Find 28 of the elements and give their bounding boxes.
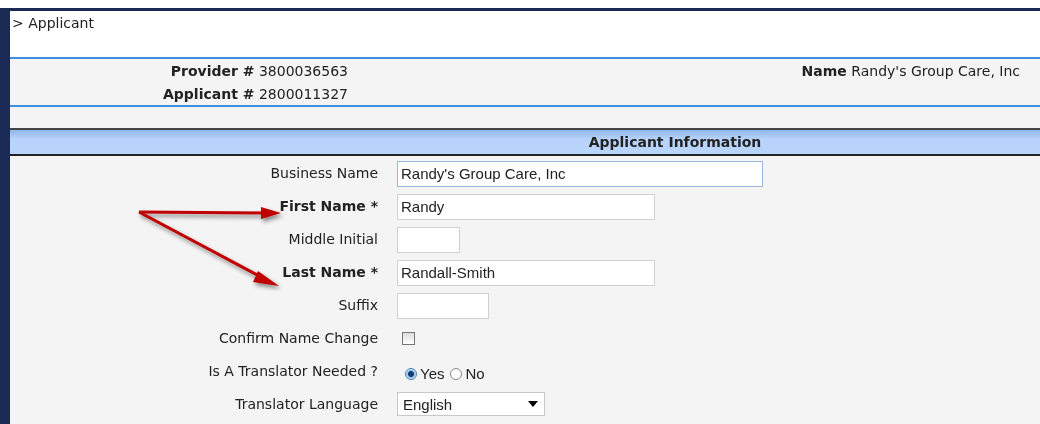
field-label: Suffix xyxy=(337,296,378,315)
section-title: Applicant Information xyxy=(588,134,762,150)
provider-number: 3800036563 xyxy=(258,63,348,79)
field-label: Confirm Name Change xyxy=(218,329,378,348)
name-label: Name xyxy=(801,63,847,79)
input-field[interactable] xyxy=(397,293,489,319)
applicant-number-label: Applicant # xyxy=(162,86,255,102)
field-label: Business Name xyxy=(269,164,378,183)
radio-button[interactable] xyxy=(405,367,417,380)
caret-icon xyxy=(528,401,538,407)
language-dropdown[interactable]: English xyxy=(397,392,545,416)
checkbox[interactable] xyxy=(402,332,415,345)
input-field[interactable] xyxy=(397,227,460,253)
field-label: First Name * xyxy=(278,197,378,216)
radio-label[interactable]: Yes xyxy=(420,365,445,382)
provider-number-label: Provider # xyxy=(170,63,255,79)
radio-label[interactable]: No xyxy=(465,365,485,382)
input-field[interactable]: Randy xyxy=(397,194,655,220)
radio-button[interactable] xyxy=(450,367,463,380)
input-field[interactable]: Randy's Group Care, Inc xyxy=(397,161,763,187)
field-label: Is A Translator Needed ? xyxy=(207,362,378,381)
breadcrumb: > Applicant xyxy=(10,11,1040,57)
field-label: Middle Initial xyxy=(287,230,378,249)
applicant-number: 2800011327 xyxy=(258,86,348,102)
input-field[interactable]: Randall-Smith xyxy=(397,260,655,286)
provider-name: Randy's Group Care, Inc xyxy=(851,63,1020,79)
field-label: Translator Language xyxy=(234,395,378,414)
field-label: Last Name * xyxy=(281,263,378,282)
